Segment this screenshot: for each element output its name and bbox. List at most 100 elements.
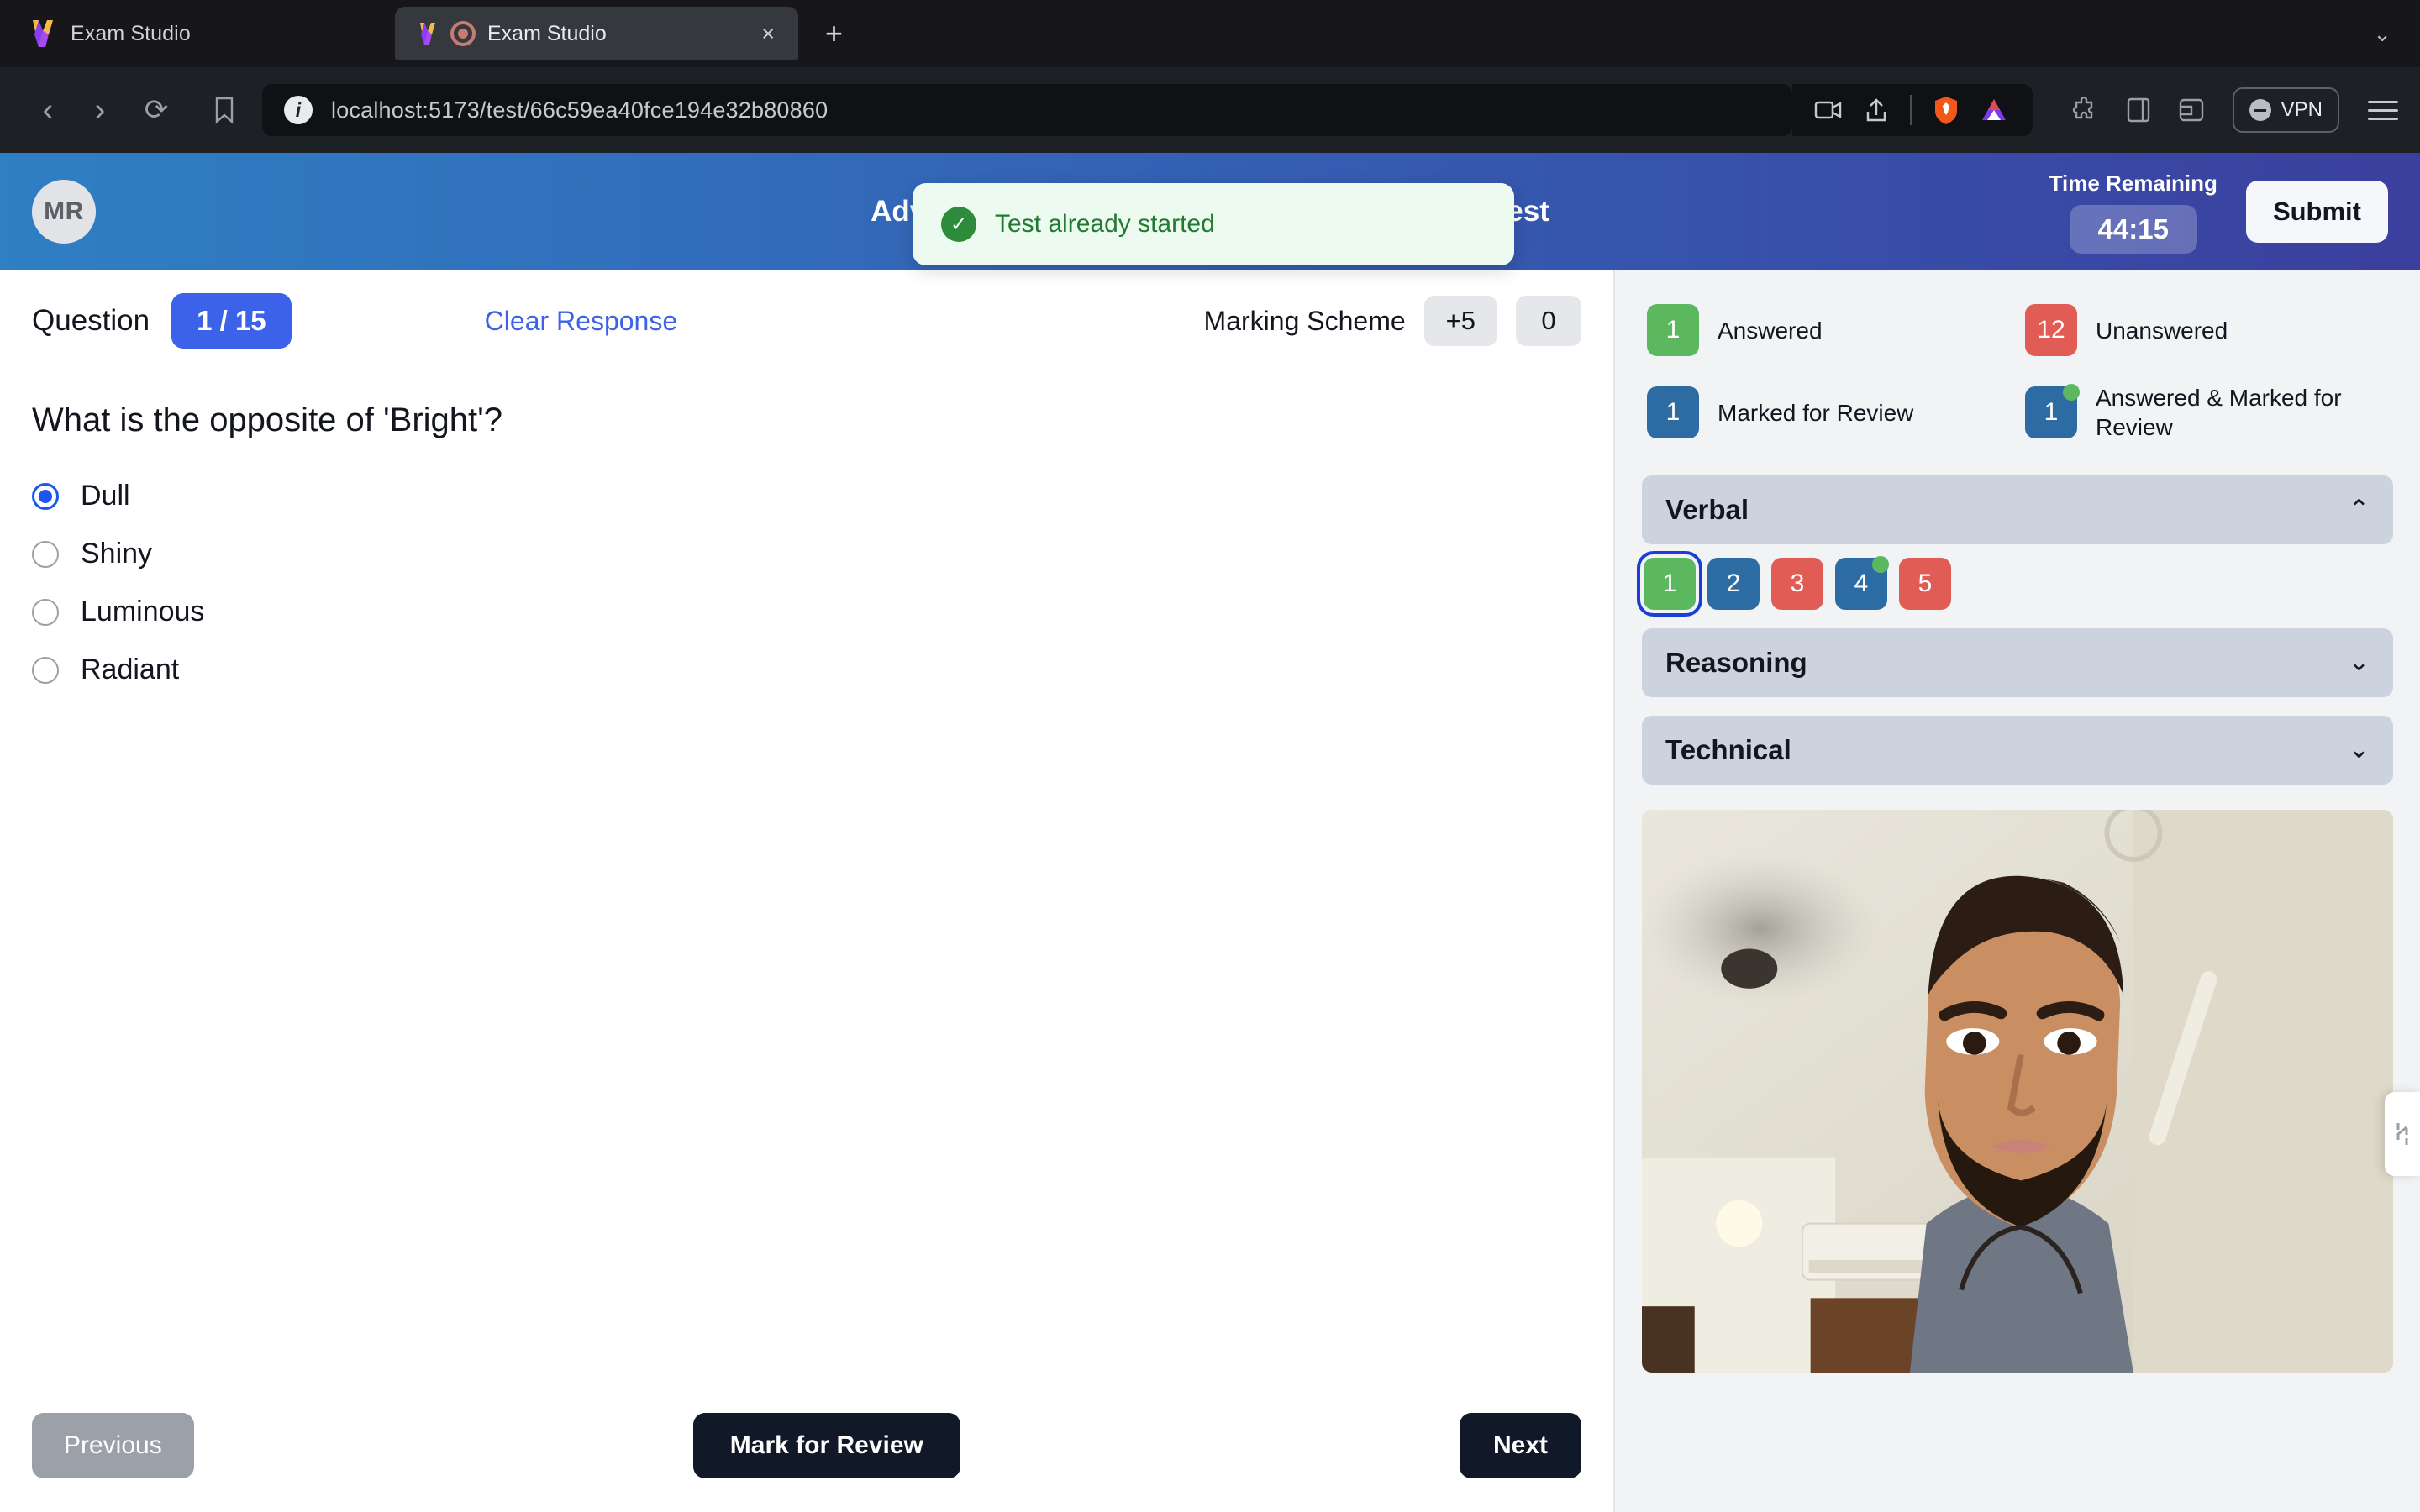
question-number-button[interactable]: 5 xyxy=(1899,558,1951,610)
section-header[interactable]: Verbal ⌃ xyxy=(1642,475,2393,544)
sidebar-panel-icon[interactable] xyxy=(2127,97,2150,123)
section-name: Reasoning xyxy=(1665,647,1807,678)
status-legend: 1 Answered 12 Unanswered 1 Marked for Review 1… xyxy=(1642,292,2393,457)
bookmark-icon[interactable] xyxy=(187,96,262,124)
marks-correct-badge: +5 xyxy=(1423,296,1497,346)
browser-toolbar-right: VPN xyxy=(2033,87,2398,133)
tab-search-chevron-down-icon[interactable]: ⌄ xyxy=(2373,21,2391,47)
chevron-down-icon[interactable]: ⌄ xyxy=(2349,650,2370,675)
marking-scheme: Marking Scheme +5 0 xyxy=(1204,296,1581,346)
new-tab-button[interactable]: + xyxy=(817,15,851,52)
toast-message: Test already started xyxy=(995,210,1215,238)
back-arrow-icon[interactable]: ‹ xyxy=(22,92,74,129)
legend-item: 1 Answered & Marked for Review xyxy=(2025,383,2388,442)
question-number-button[interactable]: 4 xyxy=(1835,556,1889,610)
chevron-up-icon[interactable]: ⌃ xyxy=(2349,497,2370,522)
timer-label: Time Remaining xyxy=(2049,170,2217,196)
section-technical: Technical ⌄ xyxy=(1642,716,2393,785)
radio-button-icon[interactable] xyxy=(32,482,59,510)
legend-item: 1 Marked for Review xyxy=(1647,383,2010,442)
section-header[interactable]: Reasoning ⌄ xyxy=(1642,628,2393,697)
browser-tab[interactable]: Exam Studio × xyxy=(395,7,798,60)
question-counter: 1 / 15 xyxy=(171,293,292,349)
question-text: What is the opposite of 'Bright'? xyxy=(32,402,503,438)
chevron-down-icon[interactable]: ⌄ xyxy=(2349,738,2370,763)
question-number-button[interactable]: 1 xyxy=(1637,551,1702,617)
answered-dot-icon xyxy=(1872,556,1889,573)
check-circle-icon: ✓ xyxy=(941,207,976,242)
legend-label: Unanswered xyxy=(2096,317,2228,344)
browser-window: Exam Studio Exam Studio × + ⌄ ‹ › ⟳ i lo… xyxy=(0,0,2420,1512)
answer-option[interactable]: Shiny xyxy=(32,538,1581,570)
radio-button-icon[interactable] xyxy=(32,598,59,626)
legend-item: 12 Unanswered xyxy=(2025,304,2388,356)
section-reasoning: Reasoning ⌄ xyxy=(1642,628,2393,697)
legend-count-badge: 1 xyxy=(1647,304,1699,356)
radio-button-icon[interactable] xyxy=(32,656,59,684)
brave-rewards-icon[interactable] xyxy=(1981,97,2007,123)
mark-for-review-button[interactable]: Mark for Review xyxy=(692,1413,960,1478)
brave-logo-icon xyxy=(29,18,57,50)
answer-options: Dull Shiny Luminous Radiant xyxy=(32,480,1581,686)
section-list: Verbal ⌃ 1 2 3 4 5 Reasoning ⌄ Technical ⌄ xyxy=(1637,475,2393,785)
brave-wallet-icon[interactable] xyxy=(2179,97,2204,123)
avatar[interactable]: MR xyxy=(32,180,96,244)
toast-notification: ✓ Test already started xyxy=(913,183,1514,265)
legend-label: Marked for Review xyxy=(1718,399,1914,426)
marks-incorrect-badge: 0 xyxy=(1516,296,1581,346)
tab-close-icon[interactable]: × xyxy=(756,19,780,49)
browser-navigation-bar: ‹ › ⟳ i localhost:5173/test/66c59ea40fce… xyxy=(0,67,2420,153)
timer-value: 44:15 xyxy=(2069,204,2197,254)
panel-resize-handle[interactable] xyxy=(2385,1092,2420,1176)
address-bar[interactable]: i localhost:5173/test/66c59ea40fce194e32… xyxy=(262,84,1792,136)
address-bar-actions xyxy=(1791,84,2033,136)
answer-option[interactable]: Dull xyxy=(32,480,1581,512)
question-pane: Question 1 / 15 Clear Response Marking S… xyxy=(0,270,1613,1512)
webcam-proctoring-feed xyxy=(1642,810,2393,1373)
answer-option-label: Dull xyxy=(81,480,130,512)
vpn-status-icon xyxy=(2249,99,2271,121)
timer: Time Remaining 44:15 xyxy=(2049,171,2217,254)
clear-response-button[interactable]: Clear Response xyxy=(485,306,677,337)
section-header[interactable]: Technical ⌄ xyxy=(1642,716,2393,785)
previous-button[interactable]: Previous xyxy=(32,1413,194,1478)
tab-favicon-icon xyxy=(417,21,439,46)
forward-arrow-icon[interactable]: › xyxy=(74,92,126,129)
legend-count-badge: 1 xyxy=(2025,384,2080,438)
marking-scheme-label: Marking Scheme xyxy=(1203,305,1406,336)
next-button[interactable]: Next xyxy=(1459,1413,1581,1478)
tab-recording-indicator-icon xyxy=(450,21,476,46)
site-info-icon[interactable]: i xyxy=(284,96,313,124)
section-name: Technical xyxy=(1665,734,1791,765)
legend-count-badge: 12 xyxy=(2025,304,2077,356)
browser-tab-strip: Exam Studio Exam Studio × + ⌄ xyxy=(0,0,2420,67)
answer-option-label: Shiny xyxy=(81,538,153,570)
reload-icon[interactable]: ⟳ xyxy=(126,93,187,127)
radio-button-icon[interactable] xyxy=(32,540,59,568)
answer-option-label: Radiant xyxy=(81,654,180,685)
answer-option-label: Luminous xyxy=(81,596,205,627)
vpn-toggle-button[interactable]: VPN xyxy=(2232,87,2339,133)
legend-label: Answered & Marked for Review xyxy=(2096,385,2342,440)
question-label: Question xyxy=(32,304,150,337)
video-call-icon[interactable] xyxy=(1814,99,1843,121)
legend-count-badge: 1 xyxy=(1647,386,1699,438)
answer-option[interactable]: Radiant xyxy=(32,654,1581,686)
share-icon[interactable] xyxy=(1865,97,1888,123)
question-palette-pane: 1 Answered 12 Unanswered 1 Marked for Review 1… xyxy=(1613,270,2420,1512)
question-number-button[interactable]: 2 xyxy=(1707,558,1760,610)
legend-item: 1 Answered xyxy=(1647,304,2010,356)
toolbar-divider xyxy=(1909,95,1912,125)
extensions-puzzle-icon[interactable] xyxy=(2071,97,2098,123)
answer-option[interactable]: Luminous xyxy=(32,596,1581,628)
hamburger-menu-icon[interactable] xyxy=(2368,100,2398,120)
legend-label: Answered xyxy=(1718,317,1823,344)
answered-dot-icon xyxy=(2063,384,2080,401)
brave-shields-icon[interactable] xyxy=(1933,96,1959,124)
submit-button[interactable]: Submit xyxy=(2245,181,2388,243)
question-number-button[interactable]: 3 xyxy=(1771,558,1823,610)
section-verbal: Verbal ⌃ 1 2 3 4 5 xyxy=(1637,475,2393,617)
vpn-label: VPN xyxy=(2281,98,2323,121)
exam-body: Question 1 / 15 Clear Response Marking S… xyxy=(0,270,2420,1512)
question-number-grid: 12345 xyxy=(1637,551,2393,617)
